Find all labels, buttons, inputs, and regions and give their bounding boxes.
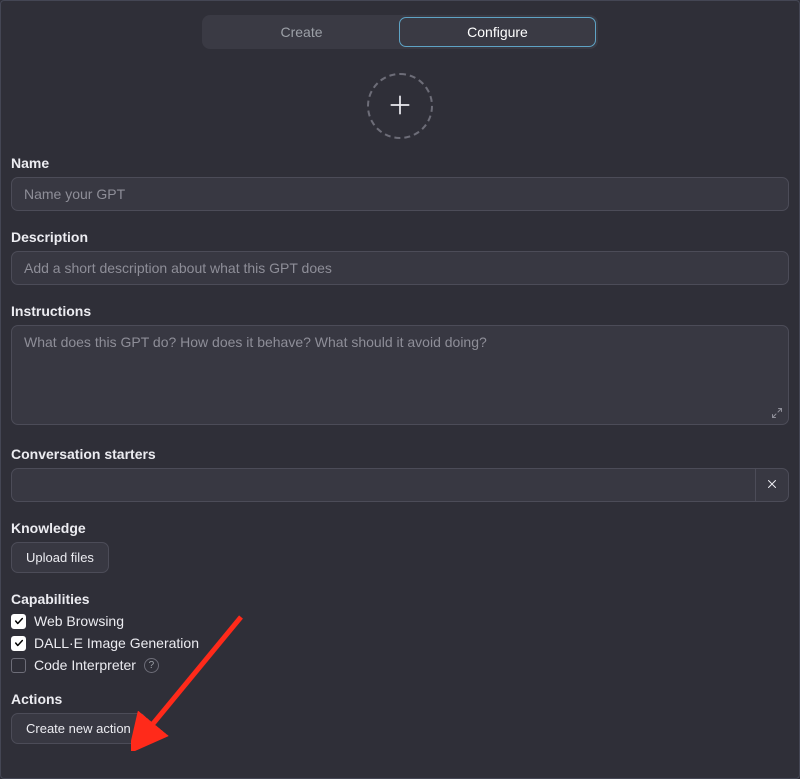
upload-files-button[interactable]: Upload files (11, 542, 109, 573)
capability-row-web-browsing: Web Browsing (11, 613, 789, 629)
instructions-label: Instructions (11, 303, 789, 319)
tab-create[interactable]: Create (204, 17, 399, 47)
checkbox-web-browsing[interactable] (11, 614, 26, 629)
actions-group: Actions Create new action (11, 691, 789, 744)
capability-label: DALL·E Image Generation (34, 635, 199, 651)
starters-label: Conversation starters (11, 446, 789, 462)
name-group: Name (11, 155, 789, 211)
knowledge-group: Knowledge Upload files (11, 520, 789, 573)
starter-input[interactable] (11, 468, 755, 502)
starters-group: Conversation starters (11, 446, 789, 502)
actions-label: Actions (11, 691, 789, 707)
instructions-group: Instructions (11, 303, 789, 428)
tab-switcher: Create Configure (202, 15, 598, 49)
capabilities-label: Capabilities (11, 591, 789, 607)
capability-row-dalle: DALL·E Image Generation (11, 635, 789, 651)
name-label: Name (11, 155, 789, 171)
help-icon[interactable]: ? (144, 658, 159, 673)
description-label: Description (11, 229, 789, 245)
capability-label: Code Interpreter (34, 657, 136, 673)
description-input[interactable] (11, 251, 789, 285)
capabilities-group: Capabilities Web Browsing DALL·E Image G… (11, 591, 789, 673)
knowledge-label: Knowledge (11, 520, 789, 536)
plus-icon (387, 92, 413, 121)
description-group: Description (11, 229, 789, 285)
checkbox-dalle[interactable] (11, 636, 26, 651)
delete-starter-button[interactable] (755, 468, 789, 502)
create-new-action-button[interactable]: Create new action (11, 713, 146, 744)
tab-configure[interactable]: Configure (399, 17, 596, 47)
instructions-textarea[interactable] (11, 325, 789, 425)
capability-label: Web Browsing (34, 613, 124, 629)
close-icon (766, 477, 778, 494)
expand-icon[interactable] (771, 406, 783, 422)
starter-row (11, 468, 789, 502)
capability-row-code-interpreter: Code Interpreter ? (11, 657, 789, 673)
checkbox-code-interpreter[interactable] (11, 658, 26, 673)
add-image-button[interactable] (367, 73, 433, 139)
name-input[interactable] (11, 177, 789, 211)
